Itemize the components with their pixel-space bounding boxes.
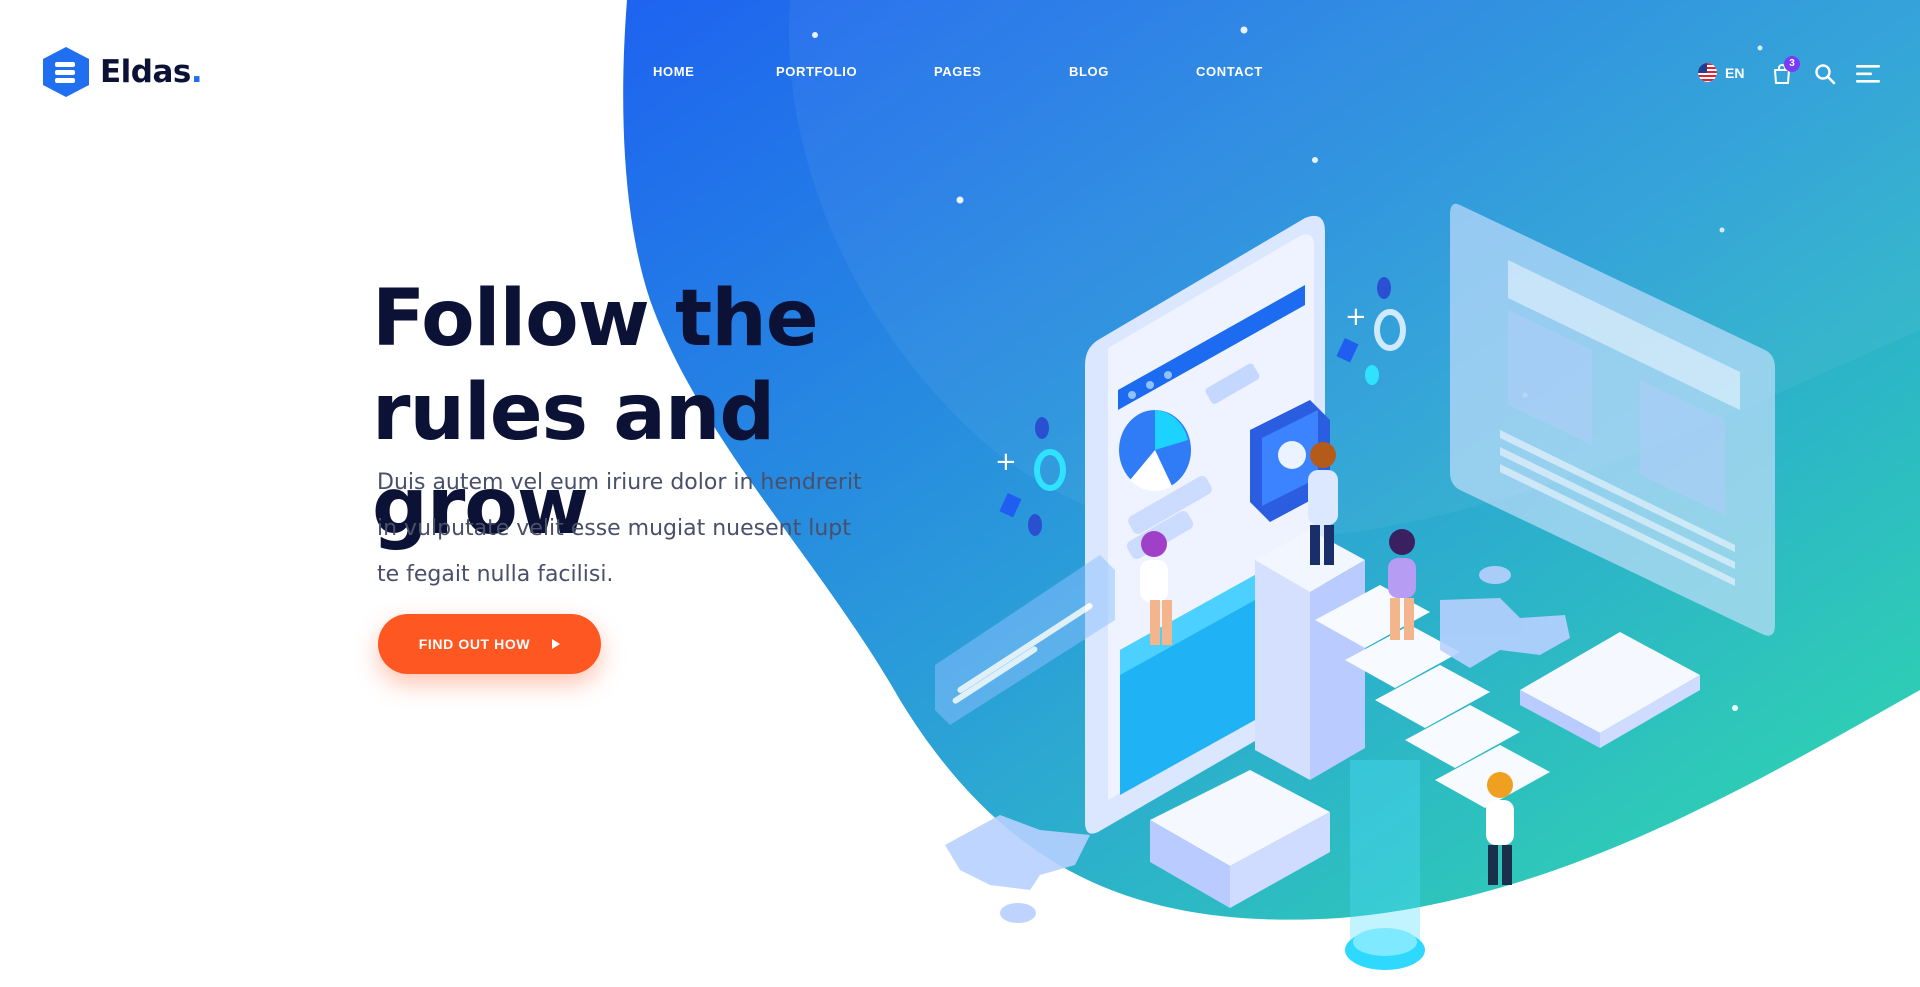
pillar	[1255, 530, 1365, 780]
stack-hexagon-icon	[43, 47, 89, 97]
hero-description-line-2: in vulputate velit esse mugiat nuesent l…	[377, 516, 851, 541]
us-flag-icon	[1698, 63, 1717, 82]
brand-logo[interactable]: Eldas.	[40, 45, 203, 99]
language-switcher[interactable]: EN	[1698, 63, 1744, 82]
hero-description: Duis autem vel eum iriure dolor in hendr…	[377, 460, 897, 598]
brand-name: Eldas.	[100, 54, 203, 90]
play-triangle-icon	[552, 639, 561, 649]
menu-icon	[1856, 65, 1880, 83]
nav-item-home[interactable]: HOME	[653, 64, 694, 79]
light-beam	[1345, 760, 1425, 970]
nav-item-pages[interactable]: PAGES	[934, 64, 982, 79]
language-label: EN	[1725, 64, 1745, 81]
cart-count-badge: 3	[1784, 56, 1800, 72]
menu-button[interactable]	[1856, 63, 1882, 85]
hero-description-line-3: te fegait nulla facilisi.	[377, 562, 614, 587]
search-button[interactable]	[1814, 63, 1836, 85]
svg-text:+: +	[995, 447, 1017, 477]
hero-headline-line-1: Follow the	[372, 274, 819, 364]
nav-item-blog[interactable]: BLOG	[1069, 64, 1109, 79]
person-standing	[1486, 772, 1514, 885]
svg-text:+: +	[1345, 302, 1367, 332]
cta-label: FIND OUT HOW	[418, 636, 531, 652]
cart-button[interactable]: 3	[1770, 56, 1800, 86]
nav-item-portfolio[interactable]: PORTFOLIO	[776, 64, 857, 79]
find-out-how-button[interactable]: FIND OUT HOW	[378, 614, 601, 674]
nav-item-contact[interactable]: CONTACT	[1196, 64, 1263, 79]
search-icon	[1815, 64, 1836, 85]
hero-description-line-1: Duis autem vel eum iriure dolor in hendr…	[377, 470, 862, 495]
